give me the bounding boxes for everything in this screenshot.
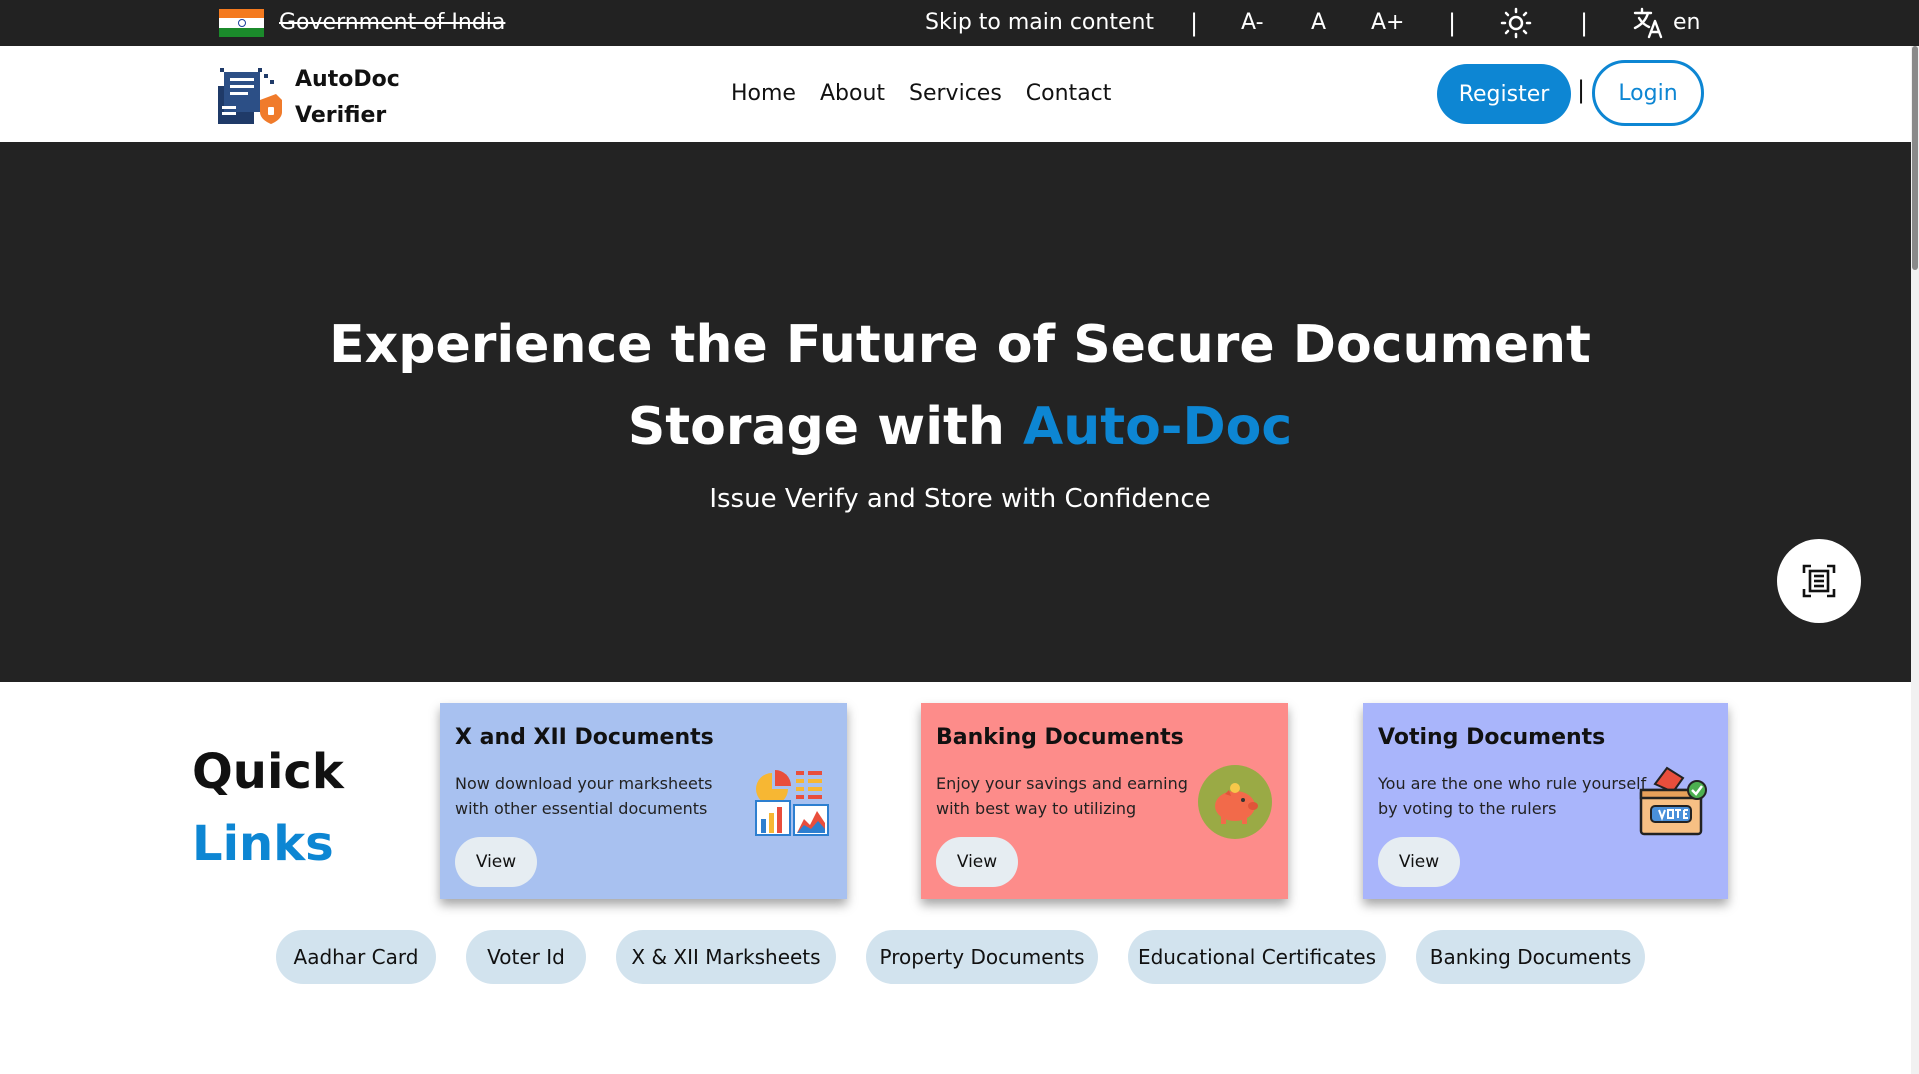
- site-header: AutoDoc Verifier Home About Services Con…: [0, 46, 1919, 142]
- scan-document-icon: [1802, 564, 1836, 598]
- theme-sun-icon[interactable]: [1500, 7, 1532, 39]
- card-x-xii-documents: X and XII Documents Now download your ma…: [440, 703, 847, 899]
- card-title: Voting Documents: [1378, 725, 1606, 750]
- card-description: You are the one who rule yourself by vot…: [1378, 774, 1647, 818]
- login-button[interactable]: Login: [1592, 60, 1704, 126]
- hero-subtitle: Issue Verify and Store with Confidence: [709, 484, 1211, 514]
- brand-name[interactable]: AutoDoc Verifier: [295, 62, 400, 134]
- language-selector[interactable]: en: [1673, 10, 1700, 35]
- charts-report-icon: [755, 770, 829, 836]
- nav-contact[interactable]: Contact: [1026, 81, 1112, 106]
- card-title: Banking Documents: [936, 725, 1184, 750]
- chip-banking-documents[interactable]: Banking Documents: [1416, 930, 1645, 984]
- page-scrollbar[interactable]: [1911, 46, 1919, 1074]
- card-voting-documents: Voting Documents You are the one who rul…: [1363, 703, 1728, 899]
- nav-about[interactable]: About: [820, 81, 885, 106]
- scrollbar-thumb[interactable]: [1912, 46, 1918, 270]
- separator: |: [1577, 76, 1586, 104]
- hero-title-prefix: Storage with: [627, 397, 1024, 457]
- autodoc-logo-icon[interactable]: [218, 66, 284, 124]
- card-description: Now download your marksheets with other …: [455, 774, 713, 818]
- hero-title-line-2: Storage with Auto-Doc: [310, 386, 1610, 468]
- scan-document-button[interactable]: [1777, 539, 1861, 623]
- skip-to-main-content-link[interactable]: Skip to main content: [925, 10, 1154, 35]
- separator: |: [1448, 9, 1457, 37]
- government-of-india-link[interactable]: Government of India: [279, 10, 505, 35]
- card-view-button[interactable]: View: [936, 837, 1018, 887]
- quick-links-heading: Quick Links: [192, 736, 344, 880]
- card-banking-documents: Banking Documents Enjoy your savings and…: [921, 703, 1288, 899]
- ballot-box-icon: [1639, 766, 1707, 836]
- hero-title-line-1: Experience the Future of Secure Document: [329, 315, 1591, 375]
- piggy-bank-icon: [1198, 765, 1272, 839]
- top-utility-bar: Government of India Skip to main content…: [0, 0, 1919, 46]
- brand-line-2: Verifier: [295, 103, 387, 128]
- nav-home[interactable]: Home: [731, 81, 796, 106]
- register-button[interactable]: Register: [1437, 64, 1571, 124]
- card-view-button[interactable]: View: [455, 837, 537, 887]
- font-increase-button[interactable]: A+: [1371, 10, 1404, 35]
- quick-links-heading-line-2: Links: [192, 816, 334, 872]
- font-decrease-button[interactable]: A-: [1241, 10, 1264, 35]
- nav-services[interactable]: Services: [909, 81, 1002, 106]
- hero-title-accent: Auto-Doc: [1023, 397, 1293, 457]
- font-normal-button[interactable]: A: [1311, 10, 1326, 35]
- translate-icon[interactable]: [1632, 6, 1666, 40]
- chip-aadhar-card[interactable]: Aadhar Card: [276, 930, 436, 984]
- chip-voter-id[interactable]: Voter Id: [466, 930, 586, 984]
- card-title: X and XII Documents: [455, 725, 714, 750]
- chip-educational-certificates[interactable]: Educational Certificates: [1128, 930, 1386, 984]
- chip-marksheets[interactable]: X & XII Marksheets: [616, 930, 836, 984]
- separator: |: [1190, 9, 1199, 37]
- card-view-button[interactable]: View: [1378, 837, 1460, 887]
- brand-line-1: AutoDoc: [295, 67, 400, 92]
- hero-section: Experience the Future of Secure Document…: [0, 142, 1919, 682]
- separator: |: [1580, 9, 1589, 37]
- quick-links-heading-line-1: Quick: [192, 744, 344, 800]
- card-description: Enjoy your savings and earning with best…: [936, 774, 1188, 818]
- india-flag-icon: [219, 9, 264, 37]
- main-nav: Home About Services Contact: [731, 81, 1111, 106]
- chip-property-documents[interactable]: Property Documents: [866, 930, 1098, 984]
- hero-title: Experience the Future of Secure Document…: [310, 304, 1610, 468]
